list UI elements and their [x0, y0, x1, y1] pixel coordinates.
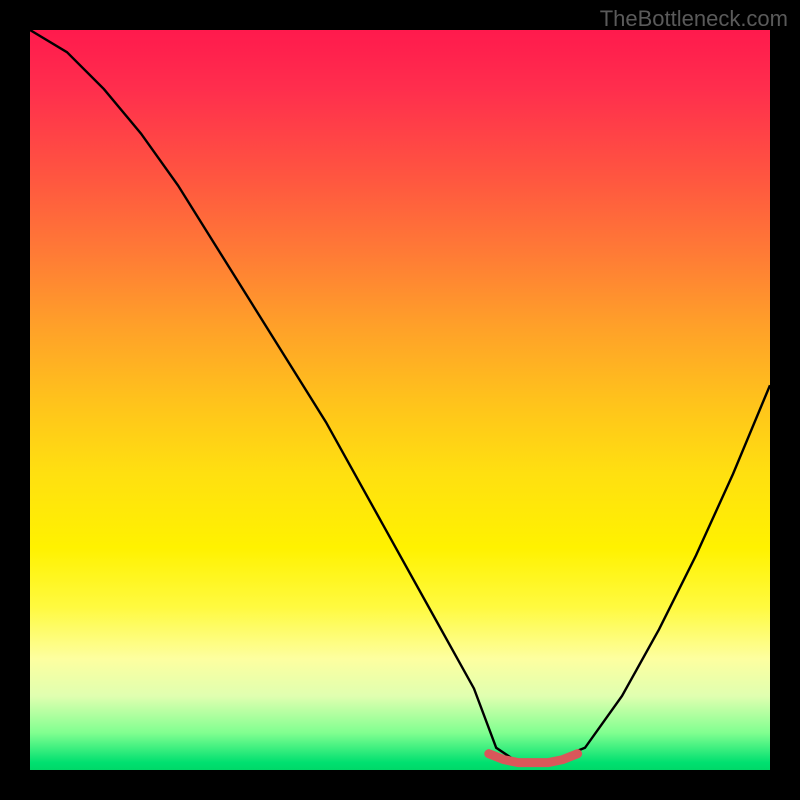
- optimal-band-marker: [489, 754, 578, 763]
- bottleneck-curve: [30, 30, 770, 763]
- watermark-text: TheBottleneck.com: [600, 6, 788, 32]
- chart-svg: [30, 30, 770, 770]
- plot-area: [30, 30, 770, 770]
